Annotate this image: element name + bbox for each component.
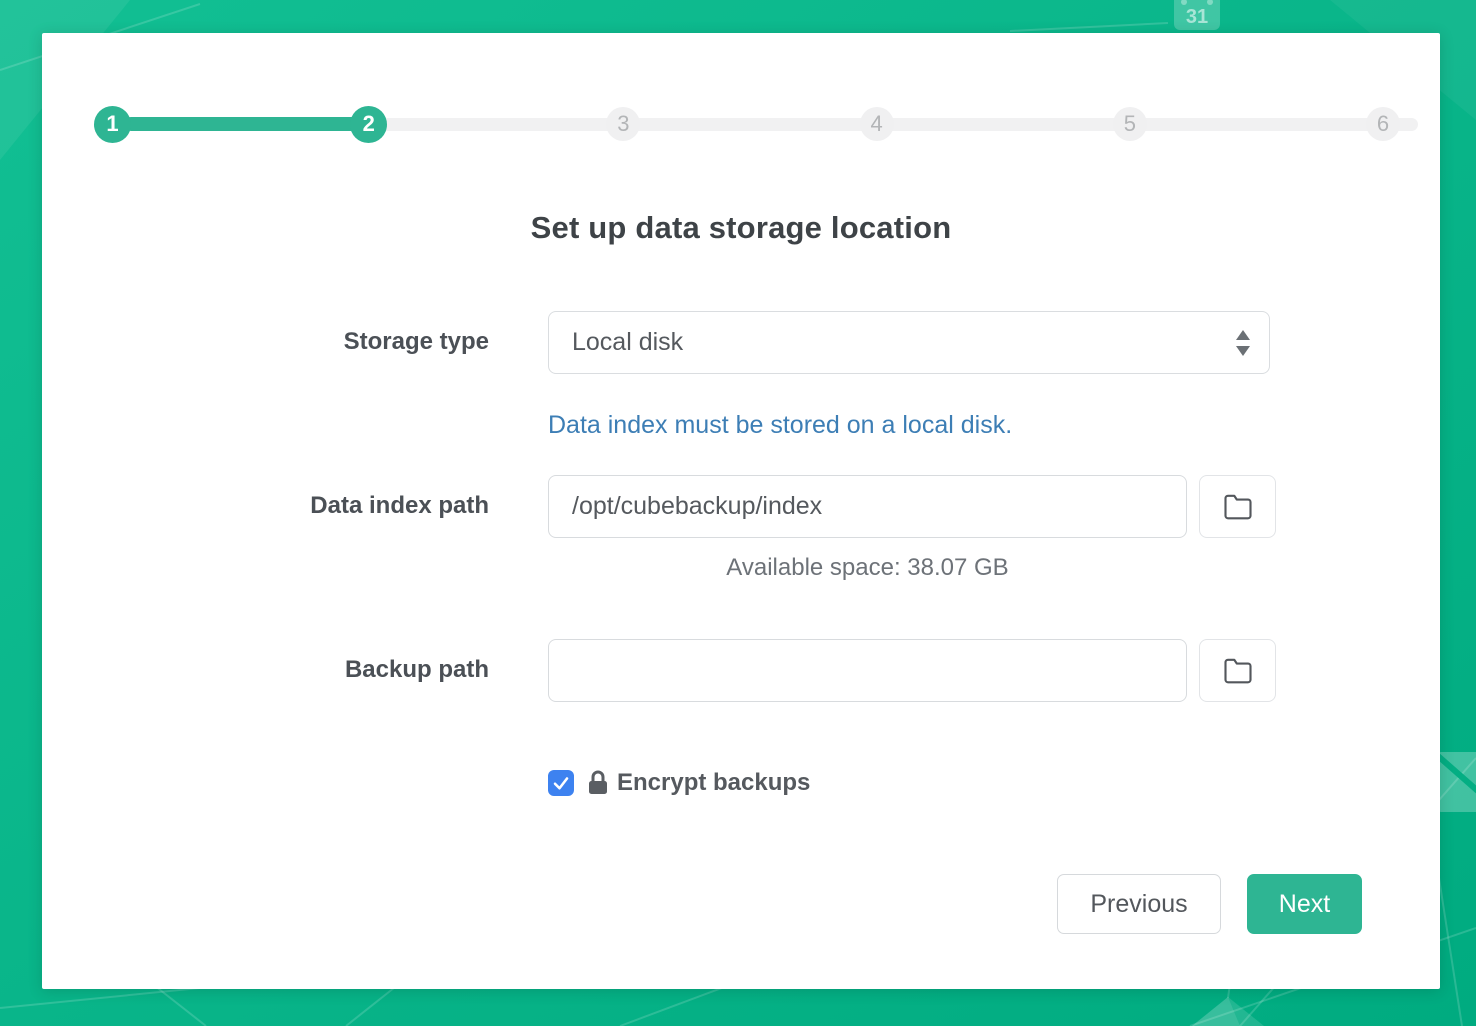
storage-type-value: Local disk [572, 328, 683, 357]
wizard-actions: Previous Next [1057, 874, 1362, 934]
calendar-icon: 31 [1174, 0, 1220, 30]
browse-index-button[interactable] [1199, 475, 1276, 538]
step-3: 3 [606, 107, 640, 141]
setup-wizard-card: 1 2 3 4 5 6 Set up data storage location… [42, 33, 1440, 989]
step-connector [1140, 118, 1373, 131]
step-connector [633, 118, 866, 131]
progress-stepper: 1 2 3 4 5 6 [94, 106, 1418, 142]
previous-button[interactable]: Previous [1057, 874, 1221, 934]
backup-path-input[interactable] [548, 639, 1187, 702]
folder-icon [1223, 492, 1253, 522]
data-index-path-label: Data index path [42, 491, 489, 521]
storage-note: Data index must be stored on a local dis… [548, 409, 1012, 441]
checkmark-icon [552, 774, 570, 792]
step-5: 5 [1113, 107, 1147, 141]
step-1[interactable]: 1 [94, 106, 131, 143]
select-arrows-icon [1233, 329, 1253, 357]
envelope-icon [1436, 752, 1476, 812]
encrypt-backups-row: Encrypt backups [548, 769, 810, 797]
step-connector [124, 117, 357, 131]
encrypt-backups-checkbox[interactable] [548, 770, 574, 796]
next-button[interactable]: Next [1247, 874, 1362, 934]
svg-text:31: 31 [1186, 6, 1208, 28]
encrypt-backups-label: Encrypt backups [617, 769, 810, 797]
page-title: Set up data storage location [42, 210, 1440, 246]
step-connector [887, 118, 1120, 131]
backup-path-label: Backup path [42, 655, 489, 685]
data-index-path-input[interactable] [548, 475, 1187, 538]
lock-icon [587, 770, 609, 796]
step-4: 4 [860, 107, 894, 141]
folder-icon [1223, 656, 1253, 686]
step-6: 6 [1366, 107, 1400, 141]
available-space-hint: Available space: 38.07 GB [548, 554, 1187, 582]
storage-type-select[interactable]: Local disk [548, 311, 1270, 374]
browse-backup-button[interactable] [1199, 639, 1276, 702]
storage-type-label: Storage type [42, 327, 489, 357]
step-connector [380, 118, 613, 131]
step-2[interactable]: 2 [350, 106, 387, 143]
